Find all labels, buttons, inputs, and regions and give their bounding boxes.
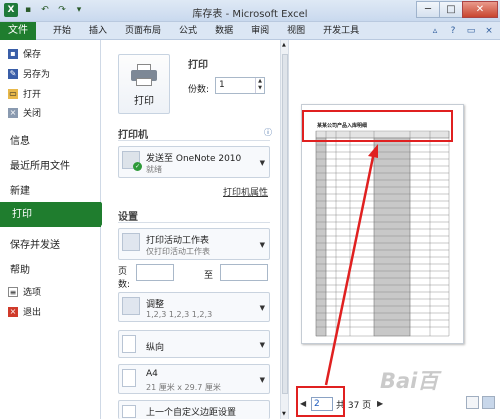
- copies-input[interactable]: 1 ▲ ▼: [215, 77, 265, 94]
- nav-save-as[interactable]: ✎ 另存为: [8, 67, 50, 80]
- tab-view[interactable]: 视图: [278, 22, 314, 40]
- scroll-thumb[interactable]: [282, 54, 288, 394]
- printer-icon: [131, 64, 157, 86]
- undo-icon[interactable]: ↶: [38, 3, 52, 17]
- exit-icon: ×: [8, 306, 18, 317]
- options-icon: ≡: [8, 286, 18, 297]
- pages-to-input[interactable]: [220, 264, 268, 281]
- nav-info[interactable]: 信息: [10, 132, 30, 147]
- printer-properties-link[interactable]: 打印机属性: [223, 185, 268, 198]
- tab-data[interactable]: 数据: [206, 22, 242, 40]
- nav-print[interactable]: 打印: [0, 202, 109, 227]
- close-file-icon: ×: [8, 107, 18, 118]
- chevron-down-icon: ▼: [259, 341, 265, 349]
- window-restore-icon[interactable]: ▭: [464, 24, 478, 38]
- scroll-up-icon[interactable]: ▲: [282, 42, 286, 48]
- tab-page-layout[interactable]: 页面布局: [116, 22, 170, 40]
- show-margins-icon[interactable]: [466, 396, 479, 409]
- margins-dropdown[interactable]: 上一个自定义边距设置: [118, 400, 270, 419]
- orientation-dropdown[interactable]: 纵向 ▼: [118, 330, 270, 358]
- title-bar: X ▪ ↶ ↷ ▾ 库存表 - Microsoft Excel ─ □ ✕: [0, 0, 500, 22]
- window-controls: ─ □ ✕: [416, 1, 498, 18]
- nav-new[interactable]: 新建: [10, 182, 30, 197]
- excel-app-icon[interactable]: X: [4, 3, 18, 17]
- nav-open[interactable]: ▭ 打开: [8, 87, 41, 100]
- backstage-nav: ▪ 保存 ✎ 另存为 ▭ 打开 × 关闭 信息 最近所用文件 新建 打印 保存并…: [0, 40, 109, 419]
- help-icon[interactable]: ?: [446, 24, 460, 38]
- next-page-icon[interactable]: ▶: [377, 399, 383, 408]
- minimize-ribbon-icon[interactable]: ▵: [428, 24, 442, 38]
- paper-size-icon: [122, 369, 136, 387]
- tab-file[interactable]: 文件: [0, 22, 36, 40]
- quick-access-toolbar: X ▪ ↶ ↷ ▾: [4, 3, 86, 17]
- pages-to-label: 至: [204, 271, 214, 281]
- chevron-down-icon: ▼: [259, 304, 265, 312]
- close-button[interactable]: ✕: [462, 1, 498, 18]
- tab-review[interactable]: 审阅: [242, 22, 278, 40]
- printer-section-title: 打印机: [118, 130, 148, 141]
- nav-exit[interactable]: × 退出: [8, 305, 41, 318]
- settings-section-title: 设置: [118, 212, 138, 223]
- nav-options[interactable]: ≡ 选项: [8, 285, 41, 298]
- paper-size-dropdown[interactable]: A4 21 厘米 x 29.7 厘米 ▼: [118, 364, 270, 394]
- customize-qat-icon[interactable]: ▾: [72, 3, 86, 17]
- print-what-dropdown[interactable]: 打印活动工作表 仅打印活动工作表 ▼: [118, 228, 270, 260]
- settings-scrollbar[interactable]: ▲ ▼: [280, 40, 289, 419]
- nav-help[interactable]: 帮助: [10, 261, 30, 276]
- page-input-highlight-box: [296, 386, 345, 417]
- nav-close[interactable]: × 关闭: [8, 106, 41, 119]
- tab-home[interactable]: 开始: [44, 22, 80, 40]
- divider: [118, 222, 270, 223]
- printer-name: 发送至 OneNote 2010: [146, 154, 242, 164]
- maximize-button[interactable]: □: [439, 1, 463, 18]
- ribbon-tabs: 文件 开始 插入 页面布局 公式 数据 审阅 视图 开发工具 ▵ ? ▭ ×: [0, 22, 500, 40]
- preview-highlight-box: [302, 110, 453, 142]
- save-icon[interactable]: ▪: [21, 3, 35, 17]
- pages-label: 页数:: [118, 267, 131, 290]
- chevron-down-icon: ▼: [259, 376, 265, 384]
- tab-formulas[interactable]: 公式: [170, 22, 206, 40]
- margins-icon: [122, 405, 136, 418]
- portrait-icon: [122, 335, 136, 353]
- copies-label: 份数:: [188, 85, 210, 95]
- print-header: 打印: [188, 60, 208, 71]
- print-button[interactable]: 打印: [118, 54, 170, 114]
- window-close-icon[interactable]: ×: [482, 24, 496, 38]
- folder-open-icon: ▭: [8, 88, 18, 99]
- minimize-button[interactable]: ─: [416, 1, 440, 18]
- nav-save-send[interactable]: 保存并发送: [10, 236, 60, 251]
- pages-from-input[interactable]: [136, 264, 174, 281]
- collate-icon: [122, 297, 140, 315]
- tab-developer[interactable]: 开发工具: [314, 22, 368, 40]
- divider: [118, 140, 270, 141]
- save-icon: ▪: [8, 48, 18, 59]
- scroll-down-icon[interactable]: ▼: [282, 411, 286, 417]
- printer-ready-icon: ✓: [122, 151, 142, 171]
- print-settings-panel: 打印 打印 份数: 1 ▲ ▼ 打印机 ⓘ ✓ 发送至 OneNote 2010 …: [102, 40, 280, 419]
- collate-dropdown[interactable]: 调整 1,2,3 1,2,3 1,2,3 ▼: [118, 292, 270, 322]
- redo-icon[interactable]: ↷: [55, 3, 69, 17]
- zoom-to-page-icon[interactable]: [482, 396, 495, 409]
- save-as-icon: ✎: [8, 68, 18, 79]
- nav-recent[interactable]: 最近所用文件: [10, 157, 70, 172]
- printer-status: 就绪: [146, 165, 162, 174]
- worksheet-icon: [122, 233, 140, 251]
- chevron-down-icon: ▼: [259, 159, 265, 167]
- tab-insert[interactable]: 插入: [80, 22, 116, 40]
- info-icon[interactable]: ⓘ: [264, 127, 272, 138]
- nav-save[interactable]: ▪ 保存: [8, 47, 41, 60]
- copies-spinner[interactable]: ▲ ▼: [255, 78, 264, 93]
- printer-dropdown[interactable]: ✓ 发送至 OneNote 2010 就绪 ▼: [118, 146, 270, 178]
- chevron-down-icon: ▼: [259, 241, 265, 249]
